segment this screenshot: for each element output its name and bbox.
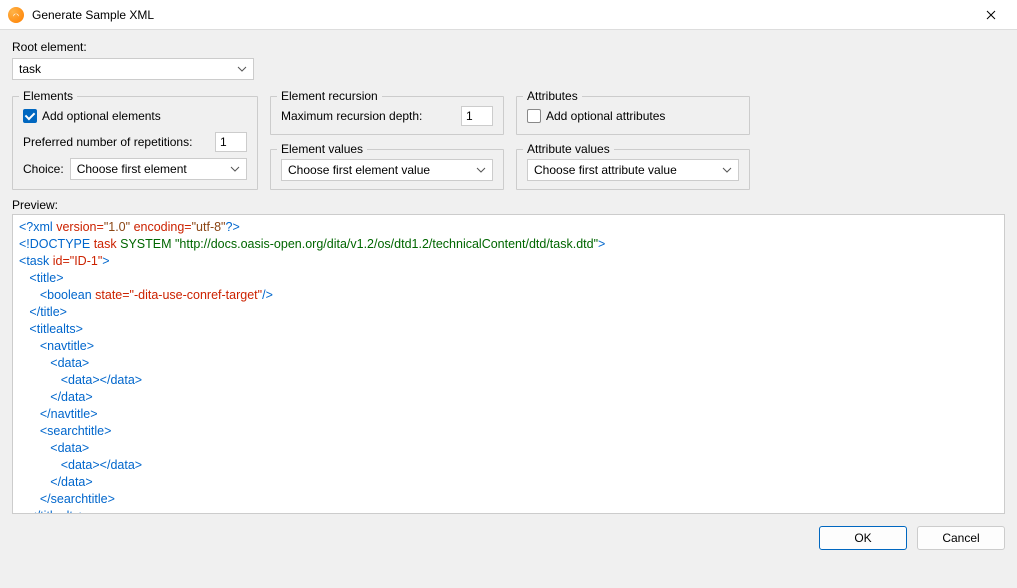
- add-optional-attributes-label: Add optional attributes: [546, 109, 665, 123]
- root-element-label: Root element:: [12, 40, 1005, 54]
- attribute-values-legend: Attribute values: [523, 142, 614, 156]
- root-element-value: task: [19, 62, 41, 76]
- cancel-button[interactable]: Cancel: [917, 526, 1005, 550]
- preview-box[interactable]: <?xml version="1.0" encoding="utf-8"?> <…: [12, 214, 1005, 514]
- choice-label: Choice:: [23, 162, 64, 176]
- max-recursion-input[interactable]: [461, 106, 493, 126]
- chevron-down-icon: [230, 164, 240, 174]
- element-recursion-legend: Element recursion: [277, 89, 382, 103]
- attribute-values-combo[interactable]: Choose first attribute value: [527, 159, 739, 181]
- app-icon: [8, 7, 24, 23]
- elements-legend: Elements: [19, 89, 77, 103]
- ok-button[interactable]: OK: [819, 526, 907, 550]
- choice-value: Choose first element: [77, 162, 187, 176]
- attribute-values-value: Choose first attribute value: [534, 163, 677, 177]
- element-values-value: Choose first element value: [288, 163, 430, 177]
- add-optional-elements-checkbox[interactable]: [23, 109, 37, 123]
- attribute-values-group: Attribute values Choose first attribute …: [516, 149, 750, 190]
- titlebar: Generate Sample XML: [0, 0, 1017, 30]
- add-optional-elements-label: Add optional elements: [42, 109, 161, 123]
- add-optional-attributes-checkbox[interactable]: [527, 109, 541, 123]
- preferred-repetitions-input[interactable]: [215, 132, 247, 152]
- preferred-repetitions-label: Preferred number of repetitions:: [23, 135, 192, 149]
- chevron-down-icon: [476, 165, 486, 175]
- elements-group: Elements Add optional elements Preferred…: [12, 96, 258, 190]
- window-title: Generate Sample XML: [32, 8, 973, 22]
- ok-button-label: OK: [854, 531, 871, 545]
- preview-label: Preview:: [12, 198, 1005, 212]
- element-values-legend: Element values: [277, 142, 367, 156]
- close-button[interactable]: [973, 1, 1009, 29]
- root-element-combo[interactable]: task: [12, 58, 254, 80]
- element-values-group: Element values Choose first element valu…: [270, 149, 504, 190]
- element-values-combo[interactable]: Choose first element value: [281, 159, 493, 181]
- max-recursion-label: Maximum recursion depth:: [281, 109, 422, 123]
- attributes-group: Attributes Add optional attributes: [516, 96, 750, 135]
- attributes-legend: Attributes: [523, 89, 582, 103]
- element-recursion-group: Element recursion Maximum recursion dept…: [270, 96, 504, 135]
- chevron-down-icon: [722, 165, 732, 175]
- chevron-down-icon: [237, 64, 247, 74]
- choice-combo[interactable]: Choose first element: [70, 158, 247, 180]
- cancel-button-label: Cancel: [942, 531, 979, 545]
